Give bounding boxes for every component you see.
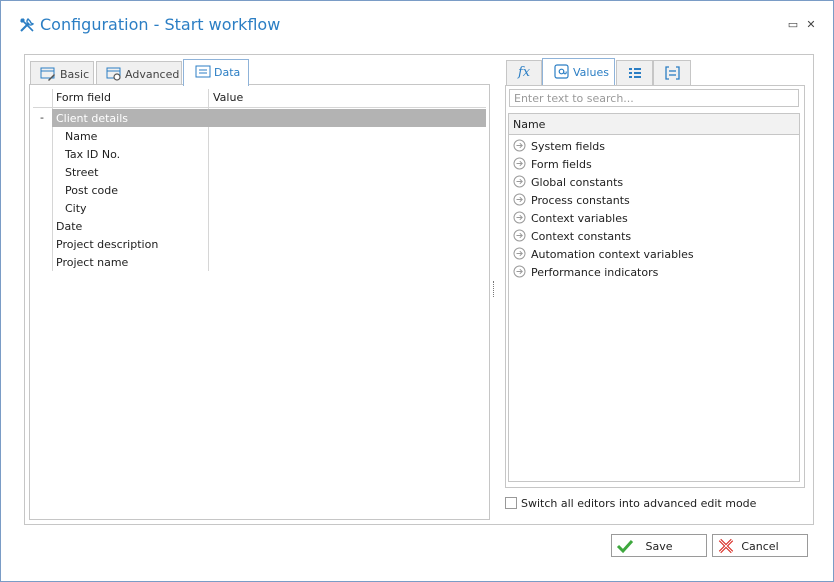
search-input[interactable] [509, 89, 799, 107]
grid-header: Form field Value [33, 89, 486, 108]
save-button-label: Save [645, 540, 673, 553]
tab-advanced-label: Advanced [125, 68, 180, 81]
advanced-mode-checkbox[interactable] [505, 497, 517, 509]
values-panel: Name System fields Form fields Global cons… [505, 85, 805, 488]
arrow-right-circle-icon [513, 175, 526, 188]
tab-brackets[interactable] [653, 60, 691, 85]
collapse-toggle[interactable]: - [40, 111, 44, 124]
values-list-item-label: Context variables [531, 212, 628, 225]
values-list-item-label: Process constants [531, 194, 630, 207]
row-label: Project description [56, 238, 159, 251]
save-button[interactable]: Save [611, 534, 707, 557]
tab-data-label: Data [214, 66, 241, 79]
at-sign-icon [554, 64, 569, 79]
values-list-item[interactable]: Performance indicators [509, 263, 799, 281]
grid-row-project-description[interactable]: Project description [52, 235, 486, 253]
values-list-item-label: Automation context variables [531, 248, 694, 261]
values-list-item[interactable]: Form fields [509, 155, 799, 173]
row-label: Name [65, 130, 98, 143]
form-pencil-icon [40, 67, 55, 81]
arrow-right-circle-icon [513, 193, 526, 206]
values-list-header[interactable]: Name [509, 114, 799, 135]
configuration-dialog: Configuration - Start workflow ▭ ✕ Basic… [0, 0, 834, 582]
maximize-button[interactable]: ▭ [786, 18, 800, 32]
row-label: Project name [56, 256, 129, 269]
values-list: Name System fields Form fields Global cons… [508, 113, 800, 482]
values-list-item-label: Global constants [531, 176, 624, 189]
cancel-button[interactable]: Cancel [712, 534, 808, 557]
bracket-list-icon [665, 66, 680, 80]
tab-data[interactable]: Data [183, 59, 249, 86]
row-label: Date [56, 220, 83, 233]
values-list-item[interactable]: Context constants [509, 227, 799, 245]
tab-advanced[interactable]: Advanced [96, 61, 182, 86]
tab-basic-label: Basic [60, 68, 90, 81]
tab-functions[interactable]: fx [506, 60, 542, 85]
tab-values-label: Values [573, 66, 609, 79]
cancel-button-label: Cancel [741, 540, 779, 553]
tab-basic[interactable]: Basic [30, 61, 94, 86]
grid-row-street[interactable]: Street [52, 163, 486, 181]
arrow-right-circle-icon [513, 211, 526, 224]
values-list-item-label: System fields [531, 140, 605, 153]
tools-icon [20, 18, 35, 32]
close-button[interactable]: ✕ [804, 18, 818, 32]
title-bar: Configuration - Start workflow ▭ ✕ [1, 1, 833, 51]
values-list-item-label: Context constants [531, 230, 632, 243]
values-list-item[interactable]: Global constants [509, 173, 799, 191]
grid-row-name[interactable]: Name [52, 127, 486, 145]
data-list-icon [195, 65, 211, 78]
form-gear-icon [106, 67, 121, 81]
row-label: Client details [56, 112, 128, 125]
grid-row-city[interactable]: City [52, 199, 486, 217]
arrow-right-circle-icon [513, 157, 526, 170]
column-header-value[interactable]: Value [213, 91, 243, 104]
values-list-item-label: Form fields [531, 158, 592, 171]
values-list-item[interactable]: Context variables [509, 209, 799, 227]
row-label: Post code [65, 184, 119, 197]
function-fx-icon: fx [518, 65, 531, 80]
column-header-form-field[interactable]: Form field [56, 91, 111, 104]
row-label: Street [65, 166, 99, 179]
arrow-right-circle-icon [513, 247, 526, 260]
row-label: City [65, 202, 87, 215]
column-header-name: Name [513, 118, 546, 131]
arrow-right-circle-icon [513, 139, 526, 152]
arrow-right-circle-icon [513, 229, 526, 242]
list-icon [629, 68, 641, 78]
grid-row-client-details[interactable]: Client details [52, 109, 486, 127]
values-list-item[interactable]: Process constants [509, 191, 799, 209]
grid-row-tax-id[interactable]: Tax ID No. [52, 145, 486, 163]
arrow-right-circle-icon [513, 265, 526, 278]
tab-list[interactable] [616, 60, 653, 85]
tab-values[interactable]: Values [542, 58, 615, 85]
grid-row-post-code[interactable]: Post code [52, 181, 486, 199]
values-list-item[interactable]: System fields [509, 137, 799, 155]
grid-row-project-name[interactable]: Project name [52, 253, 486, 271]
form-field-grid: Form field Value - Client details Name T… [29, 84, 490, 520]
values-list-item-label: Performance indicators [531, 266, 659, 279]
advanced-mode-label: Switch all editors into advanced edit mo… [521, 497, 757, 510]
panel-splitter[interactable] [493, 281, 496, 297]
values-list-item[interactable]: Automation context variables [509, 245, 799, 263]
grid-row-date[interactable]: Date [52, 217, 486, 235]
dialog-title: Configuration - Start workflow [40, 15, 281, 34]
row-label: Tax ID No. [65, 148, 121, 161]
